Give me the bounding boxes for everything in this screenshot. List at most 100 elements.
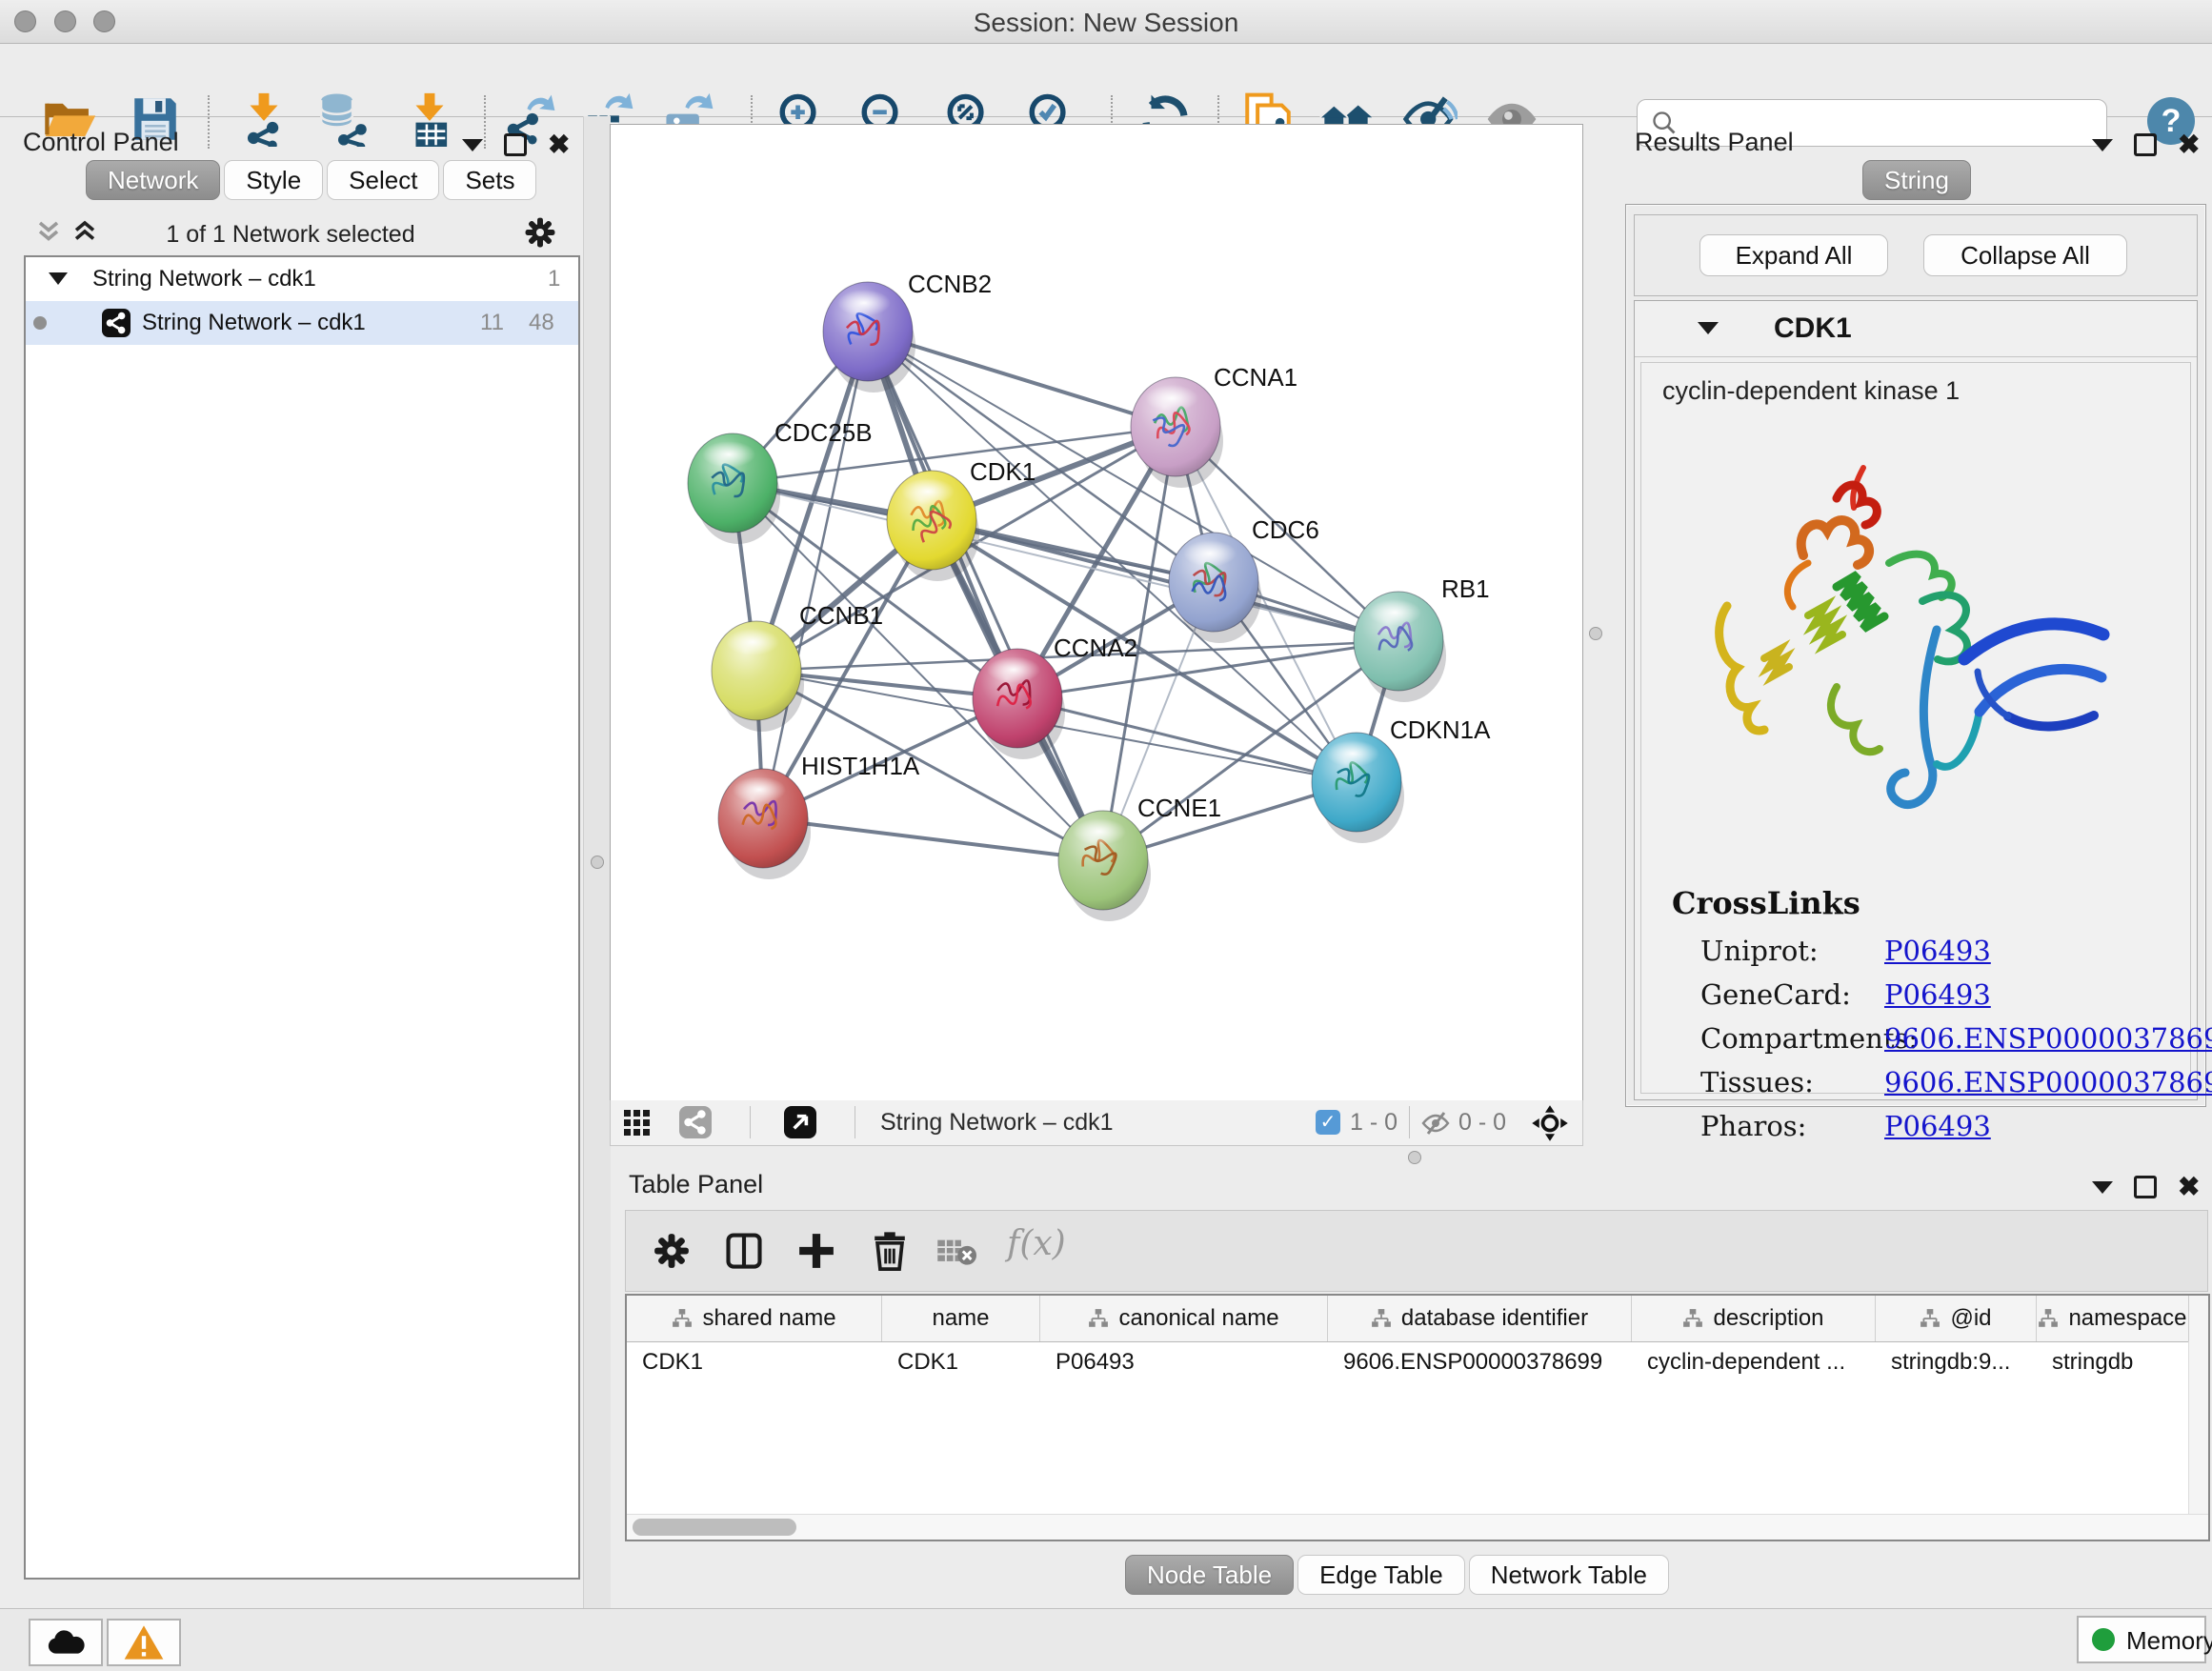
cdk1-card-header[interactable]: CDK1 [1635, 301, 2197, 357]
table-cell[interactable]: P06493 [1040, 1341, 1328, 1383]
float-panel-icon[interactable] [504, 133, 527, 156]
column-header-canonical-name[interactable]: canonical name [1040, 1296, 1328, 1341]
close-panel-icon[interactable]: ✖ [2178, 1178, 2200, 1197]
node-label: HIST1H1A [801, 752, 920, 780]
column-header-namespace[interactable]: namespace [2037, 1296, 2189, 1341]
title-bar: Session: New Session [0, 0, 2212, 44]
open-in-window-icon[interactable] [784, 1106, 816, 1138]
column-header--id[interactable]: @id [1876, 1296, 2037, 1341]
panel-menu-icon[interactable] [2092, 139, 2113, 151]
network-node-CCNB2[interactable]: CCNB2 [823, 270, 992, 393]
scrollbar-thumb[interactable] [633, 1519, 796, 1536]
panel-menu-icon[interactable] [462, 139, 483, 151]
tab-style[interactable]: Style [224, 160, 323, 200]
table-vertical-scrollbar[interactable] [2188, 1341, 2208, 1515]
tab-network[interactable]: Network [86, 160, 220, 200]
table-cell[interactable]: cyclin-dependent ... [1632, 1341, 1876, 1383]
cloud-icon [43, 1627, 89, 1658]
network-canvas[interactable]: CCNB2CCNA1CDC25BCDK1CDC6RB1CCNB1CCNA2CDK… [610, 124, 1583, 1101]
network-node-CDC6[interactable]: CDC6 [1169, 515, 1319, 643]
table-cell[interactable]: stringdb [2037, 1341, 2189, 1383]
node-label: CDKN1A [1390, 715, 1491, 744]
network-node-CDC25B[interactable]: CDC25B [688, 418, 873, 544]
add-column-icon[interactable] [795, 1230, 837, 1272]
left-splitter[interactable] [583, 116, 611, 1608]
function-builder-icon[interactable]: f(x) [1007, 1224, 1066, 1263]
cloud-status-button[interactable] [29, 1619, 103, 1666]
table-cell[interactable]: stringdb:9... [1876, 1341, 2037, 1383]
memory-button[interactable]: Memory [2077, 1616, 2206, 1663]
collapse-all-button[interactable]: Collapse All [1923, 234, 2127, 276]
results-panel-body: Expand All Collapse All CDK1 cyclin-depe… [1625, 204, 2206, 1107]
table-cell[interactable]: CDK1 [627, 1341, 882, 1383]
collection-label: String Network – cdk1 [92, 266, 316, 292]
crosslink-value-link[interactable]: 9606.ENSP00000378699 [1884, 1022, 2212, 1055]
float-panel-icon[interactable] [2134, 1176, 2157, 1198]
column-header-shared-name[interactable]: shared name [627, 1296, 882, 1341]
network-collection-row[interactable]: String Network – cdk1 1 [26, 257, 578, 301]
control-panel-tabs: NetworkStyleSelectSets [86, 160, 540, 200]
network-node-HIST1H1A[interactable]: HIST1H1A [718, 752, 920, 879]
collection-expander-icon[interactable] [49, 272, 68, 285]
crosslink-value-link[interactable]: P06493 [1884, 1110, 1991, 1142]
network-row-selected[interactable]: String Network – cdk1 11 48 [26, 301, 578, 345]
table-cell[interactable]: 9606.ENSP00000378699 [1328, 1341, 1632, 1383]
table-options-gear-icon[interactable] [651, 1230, 693, 1272]
column-header-database-identifier[interactable]: database identifier [1328, 1296, 1632, 1341]
crosslink-value-link[interactable]: 9606.ENSP00000378699 [1884, 1066, 2212, 1098]
import-network-file-icon[interactable] [236, 91, 292, 147]
import-network-database-icon[interactable] [314, 91, 370, 147]
right-splitter-grip[interactable] [1589, 627, 1602, 640]
tab-network-table[interactable]: Network Table [1469, 1555, 1669, 1595]
table-horizontal-scrollbar[interactable] [627, 1514, 2208, 1540]
warnings-button[interactable] [107, 1619, 181, 1666]
tab-select[interactable]: Select [327, 160, 439, 200]
results-panel-tabs: String [1862, 160, 1975, 200]
network-options-gear-icon[interactable] [522, 214, 558, 251]
collapse-entry-icon[interactable] [1698, 322, 1719, 334]
network-row-label: String Network – cdk1 [142, 310, 366, 336]
crosslink-value-link[interactable]: P06493 [1884, 935, 1991, 967]
selected-checkbox-icon[interactable]: ✓ [1316, 1110, 1340, 1135]
node-label: CCNB2 [908, 270, 992, 298]
import-table-file-icon[interactable] [402, 91, 457, 147]
birds-eye-view-icon[interactable] [622, 1108, 653, 1138]
results-panel-title: Results Panel [1635, 128, 1794, 157]
tab-sets[interactable]: Sets [443, 160, 536, 200]
table-panel-title: Table Panel [629, 1170, 763, 1199]
hidden-eye-icon[interactable] [1420, 1108, 1451, 1138]
tab-node-table[interactable]: Node Table [1125, 1555, 1294, 1595]
network-node-CDK1[interactable]: CDK1 [887, 457, 1036, 581]
delete-table-icon[interactable] [936, 1236, 976, 1268]
network-node-CCNA1[interactable]: CCNA1 [1131, 363, 1297, 488]
tab-string[interactable]: String [1862, 160, 1971, 200]
float-panel-icon[interactable] [2134, 133, 2157, 156]
node-label: CCNB1 [799, 601, 883, 630]
panel-menu-icon[interactable] [2092, 1181, 2113, 1194]
network-node-CDKN1A[interactable]: CDKN1A [1312, 715, 1491, 843]
expand-all-button[interactable]: Expand All [1699, 234, 1888, 276]
close-panel-icon[interactable]: ✖ [548, 135, 570, 154]
table-header-row: shared namenamecanonical namedatabase id… [627, 1296, 2208, 1342]
pan-crosshair-icon[interactable] [1531, 1104, 1569, 1142]
show-columns-icon[interactable] [723, 1230, 765, 1272]
table-cell[interactable]: CDK1 [882, 1341, 1040, 1383]
network-view-title: String Network – cdk1 [880, 1109, 1114, 1137]
node-label: CDK1 [970, 457, 1036, 486]
memory-label: Memory [2126, 1626, 2212, 1656]
delete-column-icon[interactable] [868, 1228, 912, 1272]
column-header-name[interactable]: name [882, 1296, 1040, 1341]
tab-edge-table[interactable]: Edge Table [1297, 1555, 1465, 1595]
column-header-description[interactable]: description [1632, 1296, 1876, 1341]
table-row[interactable]: CDK1CDK1P064939606.ENSP00000378699cyclin… [627, 1341, 2208, 1383]
close-panel-icon[interactable]: ✖ [2178, 135, 2200, 154]
splitter-grip[interactable] [591, 856, 604, 869]
crosslink-label: Pharos: [1700, 1110, 1806, 1142]
cdk1-result-card: CDK1 cyclin-dependent kinase 1 [1634, 300, 2198, 1100]
crosslink-value-link[interactable]: P06493 [1884, 978, 1991, 1011]
network-style-icon[interactable] [679, 1106, 712, 1138]
network-edges [733, 332, 1398, 860]
horizontal-splitter-grip[interactable] [1408, 1151, 1421, 1164]
table-toolbar: f(x) [625, 1210, 2208, 1292]
network-node-RB1[interactable]: RB1 [1354, 574, 1490, 702]
